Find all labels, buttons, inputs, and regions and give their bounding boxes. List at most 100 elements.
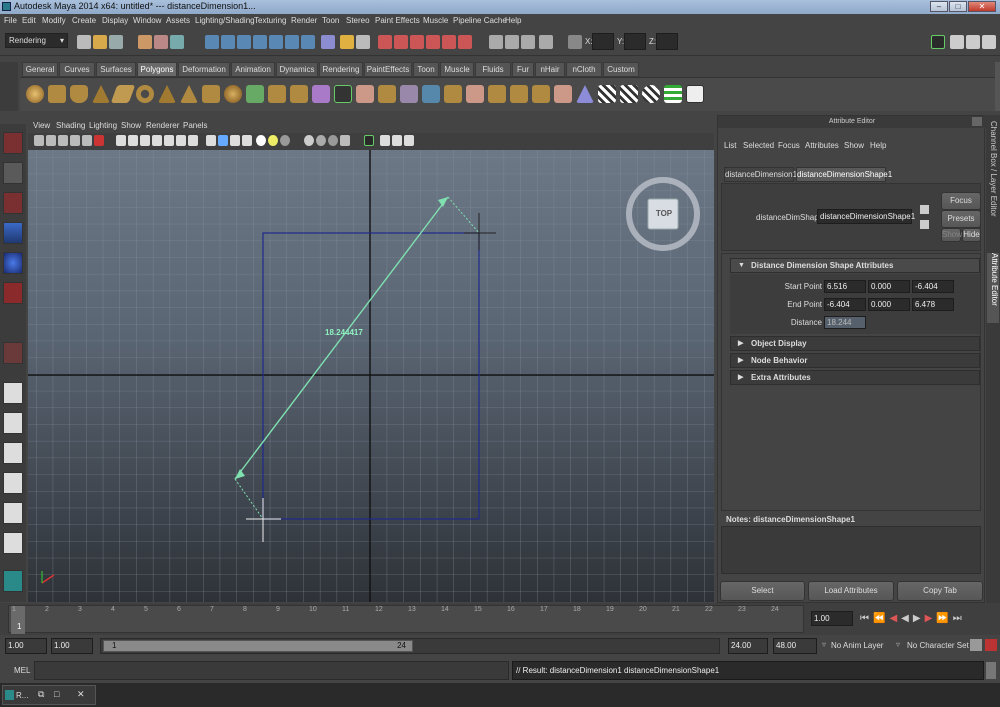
input-connection-icon[interactable] <box>920 205 929 214</box>
gate-mask-icon[interactable] <box>152 135 162 146</box>
close-icon[interactable]: ✕ <box>77 689 85 700</box>
command-input[interactable] <box>34 661 509 680</box>
paint-select-tool-icon[interactable] <box>3 192 23 214</box>
script-editor-icon[interactable] <box>986 662 996 679</box>
panel-float-icon[interactable] <box>972 117 982 126</box>
ae-menu-show[interactable]: Show <box>844 141 864 150</box>
move-tool-icon[interactable] <box>3 222 23 244</box>
bevel-icon[interactable] <box>444 85 462 103</box>
top-viewport[interactable]: 18.244417 TOP <box>28 150 714 602</box>
output-connection-icon[interactable] <box>920 220 929 229</box>
safe-action-icon[interactable] <box>176 135 186 146</box>
shelf-menu-button[interactable] <box>0 62 18 111</box>
load-attributes-button[interactable]: Load Attributes <box>808 581 894 601</box>
fill-hole-icon[interactable] <box>532 85 550 103</box>
mel-label[interactable]: MEL <box>14 666 30 675</box>
shelf-tab-general[interactable]: General <box>22 62 58 77</box>
restore-icon[interactable]: ⧉ <box>38 689 44 700</box>
snap-view-plane-icon[interactable] <box>253 35 267 49</box>
play-forward-icon[interactable]: ▶ <box>913 613 925 624</box>
transform-mode-icon[interactable] <box>505 35 519 49</box>
two-d-pan-zoom-icon[interactable] <box>82 135 92 146</box>
menu-stereo[interactable]: Stereo <box>346 16 370 25</box>
new-scene-icon[interactable] <box>77 35 91 49</box>
tab-distance-dimension1[interactable]: distanceDimension1 <box>724 167 797 182</box>
isolate-select-icon[interactable] <box>340 135 350 146</box>
ipr-render-icon[interactable] <box>356 35 370 49</box>
auto-key-icon[interactable] <box>970 639 982 651</box>
light-link-icon[interactable] <box>442 35 456 49</box>
history-icon[interactable] <box>285 35 299 49</box>
tab-distance-dimension-shape1[interactable]: distanceDimensionShape1 <box>796 167 892 182</box>
lasso-tool-icon[interactable] <box>3 162 23 184</box>
poly-cube-icon[interactable] <box>48 85 66 103</box>
snap-grid-icon[interactable] <box>205 35 219 49</box>
poly-pyramid-icon[interactable] <box>180 85 198 103</box>
help-icon[interactable] <box>321 35 335 49</box>
planar-mapping-icon[interactable] <box>598 85 616 103</box>
append-polygon-icon[interactable] <box>378 85 396 103</box>
screen-space-ao-icon[interactable] <box>280 135 290 146</box>
section-distance-dimension-shape-attributes[interactable]: ▼ Distance Dimension Shape Attributes <box>730 258 980 273</box>
start-point-z-field[interactable]: -6.404 <box>912 280 954 293</box>
split-polygon-icon[interactable] <box>400 85 418 103</box>
character-set-dropdown[interactable]: No Character Set <box>907 641 969 650</box>
menu-help[interactable]: Help <box>505 16 521 25</box>
ae-attributes-scroll[interactable]: ▼ Distance Dimension Shape Attributes St… <box>721 253 981 511</box>
shelf-tab-painteffects[interactable]: PaintEffects <box>364 62 412 77</box>
render-current-icon[interactable] <box>340 35 354 49</box>
render-view-icon[interactable] <box>410 35 424 49</box>
relative-transform-icon[interactable] <box>568 35 582 49</box>
minimize-button[interactable]: – <box>930 1 948 12</box>
select-component-icon[interactable] <box>170 35 184 49</box>
section-extra-attributes[interactable]: ▶ Extra Attributes <box>730 370 980 385</box>
poly-cone-icon[interactable] <box>92 85 110 103</box>
menu-display[interactable]: Display <box>102 16 128 25</box>
scale-tool-icon[interactable] <box>3 282 23 304</box>
bridge-icon[interactable] <box>356 85 374 103</box>
input-line-icon[interactable] <box>489 35 503 49</box>
shelf-tab-curves[interactable]: Curves <box>59 62 95 77</box>
node-name-field[interactable]: distanceDimensionShape1 <box>817 209 915 224</box>
menu-lighting-shading[interactable]: Lighting/Shading <box>195 16 255 25</box>
camera-attributes-icon[interactable] <box>46 135 56 146</box>
show-channel-box-icon[interactable] <box>982 35 996 49</box>
shelf-tab-rendering[interactable]: Rendering <box>319 62 363 77</box>
notes-textarea[interactable] <box>721 526 981 574</box>
shelf-tab-dynamics[interactable]: Dynamics <box>276 62 318 77</box>
menu-edit[interactable]: Edit <box>22 16 36 25</box>
playback-start-field[interactable]: 1.00 <box>51 638 93 654</box>
y-coordinate-field[interactable] <box>624 33 646 50</box>
end-point-z-field[interactable]: 6.478 <box>912 298 954 311</box>
absolute-mode-icon[interactable] <box>539 35 553 49</box>
shelf-scroll[interactable] <box>995 62 1000 111</box>
time-slider[interactable]: 1 1 2 3 4 5 6 7 8 9 10 11 12 13 14 15 16 17 18 19 20 21 22 23 2… <box>0 603 1000 635</box>
presets-button[interactable]: Presets <box>941 210 981 228</box>
shelf-tab-surfaces[interactable]: Surfaces <box>96 62 136 77</box>
boolean-icon[interactable] <box>290 85 308 103</box>
custom-layout-icon[interactable] <box>3 570 23 592</box>
menu-toon[interactable]: Toon <box>322 16 339 25</box>
attribute-editor-side-tab[interactable]: Attribute Editor <box>987 253 999 323</box>
spherical-mapping-icon[interactable] <box>642 85 660 103</box>
shelf-tab-polygons[interactable]: Polygons <box>137 62 177 77</box>
viewport-menu-view[interactable]: View <box>33 121 50 130</box>
motion-blur-icon[interactable] <box>304 135 314 146</box>
viewport-toggle-icon[interactable] <box>404 135 414 146</box>
film-gate-icon[interactable] <box>128 135 138 146</box>
select-hierarchy-icon[interactable] <box>138 35 152 49</box>
ae-menu-list[interactable]: List <box>724 141 736 150</box>
minimized-window-item[interactable]: R... ⧉ □ ✕ <box>2 685 96 705</box>
maximize-icon[interactable]: □ <box>54 689 59 699</box>
playback-end-field[interactable]: 24.00 <box>728 638 768 654</box>
menu-create[interactable]: Create <box>72 16 96 25</box>
safe-title-icon[interactable] <box>188 135 198 146</box>
menu-set-dropdown[interactable]: Rendering ▾ <box>5 33 68 48</box>
merge-icon[interactable] <box>466 85 484 103</box>
viewport-menu-panels[interactable]: Panels <box>183 121 207 130</box>
menu-modify[interactable]: Modify <box>42 16 66 25</box>
open-scene-icon[interactable] <box>93 35 107 49</box>
viewport-menu-lighting[interactable]: Lighting <box>89 121 117 130</box>
offset-edge-loop-icon[interactable] <box>510 85 528 103</box>
menu-pipeline-cache[interactable]: Pipeline Cache <box>453 16 507 25</box>
